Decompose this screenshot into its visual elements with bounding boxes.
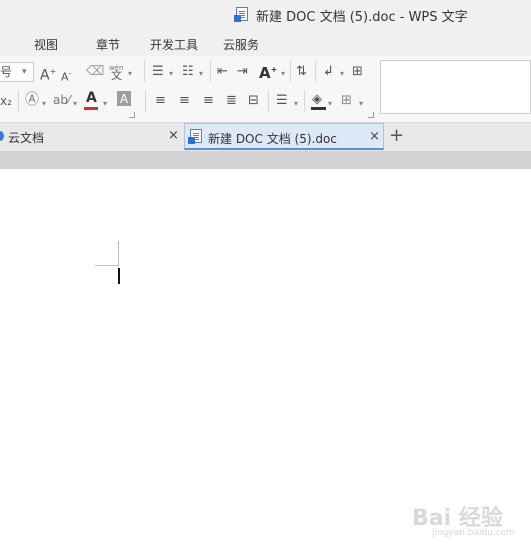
- distributed-align-icon[interactable]: ⊟: [248, 93, 259, 109]
- tab-label: 云文档: [8, 131, 45, 145]
- separator: [18, 90, 19, 112]
- separator: [144, 60, 145, 82]
- ribbon-toolbar: 号 ▾ A+ A- ⌫ wén 文 ▾ ☰ ▾ ☷ ▾ ⇤ ⇥ A+ ▾ ⇅ ↲…: [0, 56, 531, 123]
- subscript-button[interactable]: x₂: [0, 93, 12, 109]
- separator: [145, 90, 146, 112]
- clear-format-icon[interactable]: ⌫: [86, 64, 104, 80]
- margin-marker-horizontal: [95, 265, 119, 266]
- font-size-select[interactable]: 号 ▾: [0, 62, 34, 82]
- chevron-down-icon[interactable]: ▾: [73, 96, 77, 112]
- margin-marker-vertical: [118, 241, 119, 265]
- numbered-list-icon[interactable]: ☷: [182, 64, 194, 80]
- watermark-url: jingyan.baidu.com: [432, 528, 516, 538]
- close-icon[interactable]: ×: [168, 128, 179, 143]
- separator: [268, 90, 269, 112]
- chevron-down-icon[interactable]: ▾: [340, 66, 344, 82]
- chevron-down-icon[interactable]: ▾: [128, 66, 132, 82]
- ruler-band: [0, 151, 531, 169]
- highlight-pen-icon[interactable]: ab⁄: [53, 92, 70, 108]
- bullet-list-icon[interactable]: ☰: [152, 64, 164, 80]
- chevron-down-icon[interactable]: ▾: [328, 96, 332, 112]
- justify-icon[interactable]: ≣: [226, 93, 237, 109]
- border-icon[interactable]: ⊞: [341, 93, 352, 109]
- title-bar: 新建 DOC 文档 (5).doc - WPS 文字: [0, 0, 531, 30]
- document-page[interactable]: [0, 169, 531, 551]
- chevron-down-icon[interactable]: ▾: [281, 66, 285, 82]
- chevron-down-icon[interactable]: ▾: [199, 66, 203, 82]
- font-color-button[interactable]: A: [86, 90, 97, 106]
- text-cursor: [118, 268, 120, 284]
- tab-active-document[interactable]: 新建 DOC 文档 (5).doc ×: [184, 123, 384, 150]
- paragraph-dialog-launcher-icon[interactable]: [368, 112, 374, 118]
- chevron-down-icon[interactable]: ▾: [294, 96, 298, 112]
- line-spacing-icon[interactable]: ☰: [276, 93, 288, 109]
- menu-cloud-service[interactable]: 云服务: [223, 36, 259, 53]
- style-gallery[interactable]: [380, 60, 531, 114]
- chevron-down-icon: ▾: [22, 67, 27, 77]
- align-center-icon[interactable]: ≡: [179, 93, 190, 109]
- menu-bar: 视图 章节 开发工具 云服务: [0, 30, 531, 56]
- separator: [304, 90, 305, 112]
- align-left-icon[interactable]: ≡: [155, 93, 166, 109]
- shrink-font-button[interactable]: A-: [61, 66, 71, 86]
- decrease-indent-icon[interactable]: ⇤: [217, 64, 228, 80]
- wps-doc-icon: [234, 7, 248, 22]
- text-outline-icon[interactable]: Ⓐ: [25, 92, 39, 108]
- chevron-down-icon[interactable]: ▾: [42, 96, 46, 112]
- wps-doc-icon: [188, 129, 202, 144]
- document-tab-bar: 云文档 × 新建 DOC 文档 (5).doc × +: [0, 123, 531, 152]
- add-tab-icon[interactable]: +: [389, 125, 404, 146]
- font-color-swatch: [84, 107, 98, 110]
- menu-developer-tools[interactable]: 开发工具: [150, 36, 198, 53]
- close-icon[interactable]: ×: [369, 129, 380, 144]
- menu-chapter[interactable]: 章节: [96, 36, 120, 53]
- increase-indent-icon[interactable]: ⇥: [237, 64, 248, 80]
- menu-view[interactable]: 视图: [34, 36, 58, 53]
- separator: [290, 60, 291, 82]
- separator: [315, 60, 316, 82]
- chevron-down-icon[interactable]: ▾: [169, 66, 173, 82]
- text-effect-button[interactable]: A+: [259, 62, 277, 81]
- window-title: 新建 DOC 文档 (5).doc - WPS 文字: [256, 10, 468, 25]
- font-dialog-launcher-icon[interactable]: [129, 112, 135, 118]
- paint-bucket-icon[interactable]: ◈: [312, 92, 322, 108]
- separator: [210, 60, 211, 82]
- sort-icon[interactable]: ⇅: [296, 64, 307, 80]
- table-icon[interactable]: ⊞: [352, 64, 363, 80]
- align-right-icon[interactable]: ≡: [203, 93, 214, 109]
- tab-label: 新建 DOC 文档 (5).doc: [208, 132, 337, 146]
- tab-cloud-docs[interactable]: 云文档 ×: [0, 123, 183, 150]
- shading-color-swatch: [311, 107, 326, 110]
- font-size-value: 号: [0, 65, 13, 79]
- phonetic-guide-button[interactable]: 文: [111, 68, 122, 84]
- chevron-down-icon[interactable]: ▾: [103, 96, 107, 112]
- cloud-icon: [0, 131, 4, 141]
- grow-font-button[interactable]: A+: [40, 64, 56, 84]
- paragraph-mark-icon[interactable]: ↲: [323, 64, 334, 80]
- chevron-down-icon[interactable]: ▾: [359, 96, 363, 112]
- character-shading-button[interactable]: A: [117, 91, 131, 106]
